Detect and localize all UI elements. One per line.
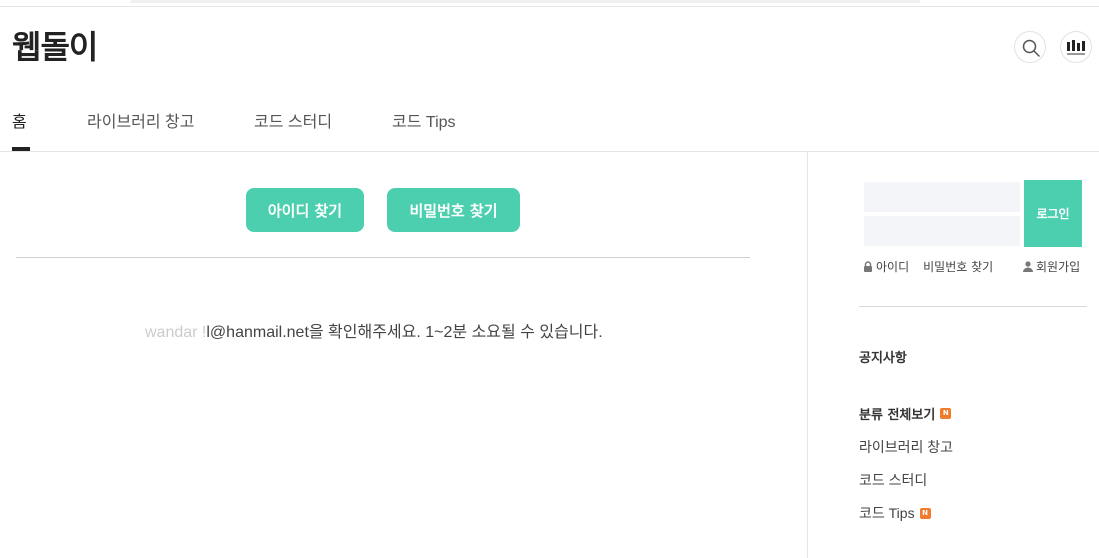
find-account-links: 아이디 비밀번호 찾기: [863, 258, 993, 275]
content-divider: [16, 257, 750, 258]
sidebar-separator: [859, 306, 1087, 307]
user-icon: [1023, 261, 1033, 272]
category-all-label: 분류 전체보기: [859, 408, 936, 423]
login-id-input[interactable]: [864, 182, 1020, 212]
category-item-code-study[interactable]: 코드 스터디: [859, 470, 927, 490]
category-label: 코드 Tips: [859, 505, 915, 521]
result-message: wandar !l@hanmail.net을 확인해주세요. 1~2분 소요될 …: [145, 318, 603, 342]
search-icon: [1022, 39, 1040, 57]
tab-code-study[interactable]: 코드 스터디: [254, 108, 332, 132]
tab-home[interactable]: 홈: [12, 108, 27, 132]
category-item-code-tips[interactable]: 코드 Tips N: [859, 503, 931, 523]
login-password-input[interactable]: [864, 216, 1020, 246]
masked-email: wandar !: [145, 324, 207, 341]
join-link[interactable]: 회원가입: [1036, 258, 1080, 275]
blog-title[interactable]: 웹돌이: [12, 22, 98, 68]
avatar-icon: [1067, 40, 1085, 55]
tab-code-tips[interactable]: 코드 Tips: [392, 108, 456, 132]
top-scrollbar: [130, 0, 920, 3]
message-text: l@hanmail.net을 확인해주세요. 1~2분 소요될 수 있습니다.: [206, 324, 603, 341]
notice-heading[interactable]: 공지사항: [859, 347, 907, 366]
tab-library[interactable]: 라이브러리 창고: [87, 108, 195, 132]
top-border: [0, 6, 1099, 7]
search-button[interactable]: [1014, 31, 1046, 63]
lock-icon: [864, 261, 872, 272]
avatar-button[interactable]: [1060, 31, 1092, 63]
find-password-button[interactable]: 비밀번호 찾기: [387, 188, 520, 232]
find-id-link[interactable]: 아이디: [876, 258, 909, 275]
nav-divider: [0, 151, 1099, 152]
join-link-wrap: 회원가입: [1023, 258, 1080, 275]
category-item-library[interactable]: 라이브러리 창고: [859, 437, 953, 457]
category-label: 라이브러리 창고: [859, 439, 954, 455]
sidebar-divider: [807, 152, 808, 558]
category-label: 코드 스터디: [859, 472, 928, 488]
new-badge: N: [919, 507, 931, 519]
find-password-link[interactable]: 비밀번호 찾기: [923, 258, 993, 275]
new-badge: N: [940, 408, 952, 419]
login-button[interactable]: 로그인: [1024, 180, 1082, 247]
find-id-button[interactable]: 아이디 찾기: [246, 188, 364, 232]
category-all[interactable]: 분류 전체보기 N: [859, 404, 952, 423]
